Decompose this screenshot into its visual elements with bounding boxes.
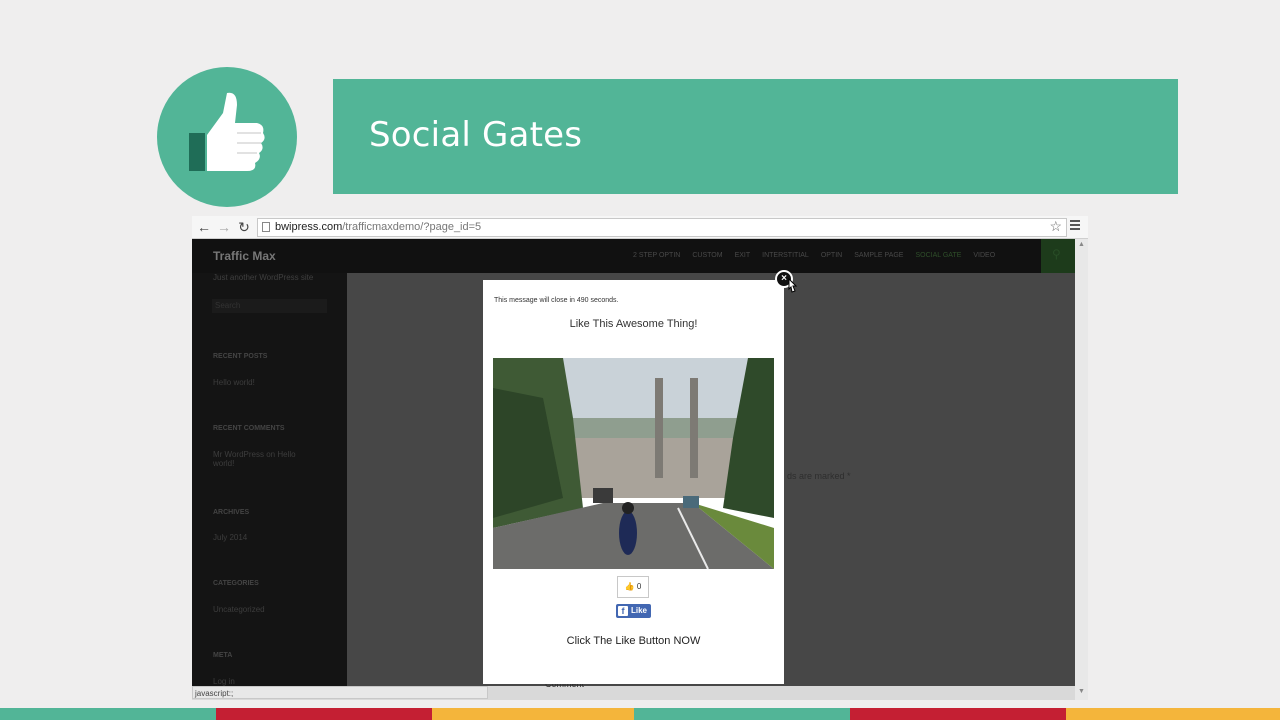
decorative-stripes (0, 708, 1280, 720)
nav-item-2-step-optin[interactable]: 2 STEP OPTIN (633, 252, 680, 259)
forward-icon[interactable]: → (215, 218, 233, 236)
meta-login-link[interactable]: Log in (213, 677, 235, 686)
slide-title-bar: Social Gates (333, 79, 1178, 194)
site-title[interactable]: Traffic Max (213, 249, 276, 263)
nav-item-social-gate[interactable]: SOCIAL GATE (915, 252, 961, 259)
thumbs-up-icon (189, 92, 265, 171)
road-photo (493, 358, 774, 569)
nav-item-sample-page[interactable]: SAMPLE PAGE (854, 252, 903, 259)
url-path: /trafficmaxdemo/?page_id=5 (342, 221, 482, 233)
address-bar[interactable]: bwipress.com/trafficmaxdemo/?page_id=5 ☆ (257, 218, 1067, 237)
facebook-like-label: Like (631, 606, 648, 615)
site-description: Just another WordPress site (213, 273, 314, 282)
meta-heading: META (213, 652, 233, 659)
recent-comment-link[interactable]: Mr WordPress on Hello world! (213, 450, 313, 468)
site-nav: 2 STEP OPTIN CUSTOM EXIT INTERSTITIAL OP… (633, 252, 995, 259)
like-count-box: 👍 0 (617, 576, 649, 598)
search-icon: ⚲ (1052, 247, 1061, 261)
menu-icon[interactable] (1070, 220, 1080, 232)
nav-item-interstitial[interactable]: INTERSTITIAL (762, 252, 809, 259)
page-icon (262, 222, 270, 232)
archives-heading: ARCHIVES (213, 509, 250, 516)
mouse-cursor-icon (788, 278, 798, 293)
facebook-like-button[interactable]: f Like (616, 604, 651, 618)
site-header: Traffic Max 2 STEP OPTIN CUSTOM EXIT INT… (192, 239, 1075, 273)
browser-toolbar: ← → ↻ bwipress.com/trafficmaxdemo/?page_… (192, 216, 1088, 239)
stripe (216, 708, 432, 720)
site-search-button[interactable]: ⚲ (1041, 239, 1075, 273)
content-fragment: ds are marked * (787, 471, 851, 481)
url-host: bwipress.com (275, 221, 343, 233)
archive-link[interactable]: July 2014 (213, 533, 247, 542)
popup-heading: Like This Awesome Thing! (569, 318, 698, 330)
scroll-up-icon[interactable]: ▲ (1078, 241, 1085, 248)
bookmark-star-icon[interactable]: ☆ (1049, 218, 1062, 235)
status-bar: javascript:; (192, 686, 488, 699)
slide-title: Social Gates (369, 115, 583, 155)
nav-item-custom[interactable]: CUSTOM (692, 252, 722, 259)
scrollbar[interactable]: ▲ ▼ (1075, 239, 1088, 700)
recent-post-link[interactable]: Hello world! (213, 378, 255, 387)
recent-posts-heading: RECENT POSTS (213, 353, 268, 360)
site-sidebar: Just another WordPress site Search RECEN… (192, 273, 347, 686)
nav-item-video[interactable]: VIDEO (973, 252, 995, 259)
stripe (432, 708, 634, 720)
recent-comments-heading: RECENT COMMENTS (213, 425, 285, 432)
stripe (1066, 708, 1280, 720)
nav-item-optin[interactable]: OPTIN (821, 252, 842, 259)
like-count: 0 (636, 582, 642, 591)
category-link[interactable]: Uncategorized (213, 605, 265, 614)
facebook-icon: f (618, 606, 628, 616)
nav-item-exit[interactable]: EXIT (735, 252, 751, 259)
stripe (0, 708, 216, 720)
social-gate-popup: This message will close in 490 seconds. … (483, 280, 784, 684)
sidebar-search-input[interactable]: Search (212, 299, 327, 313)
like-thumb-icon: 👍 (624, 582, 635, 591)
categories-heading: CATEGORIES (213, 580, 259, 587)
stripe (850, 708, 1066, 720)
popup-cta-text: Click The Like Button NOW (566, 635, 701, 647)
reload-icon[interactable]: ↻ (235, 218, 253, 236)
stripe (634, 708, 850, 720)
back-icon[interactable]: ← (195, 218, 213, 236)
countdown-text: This message will close in 490 seconds. (494, 297, 619, 304)
scroll-down-icon[interactable]: ▼ (1078, 688, 1085, 695)
thumbs-up-badge (157, 67, 297, 207)
